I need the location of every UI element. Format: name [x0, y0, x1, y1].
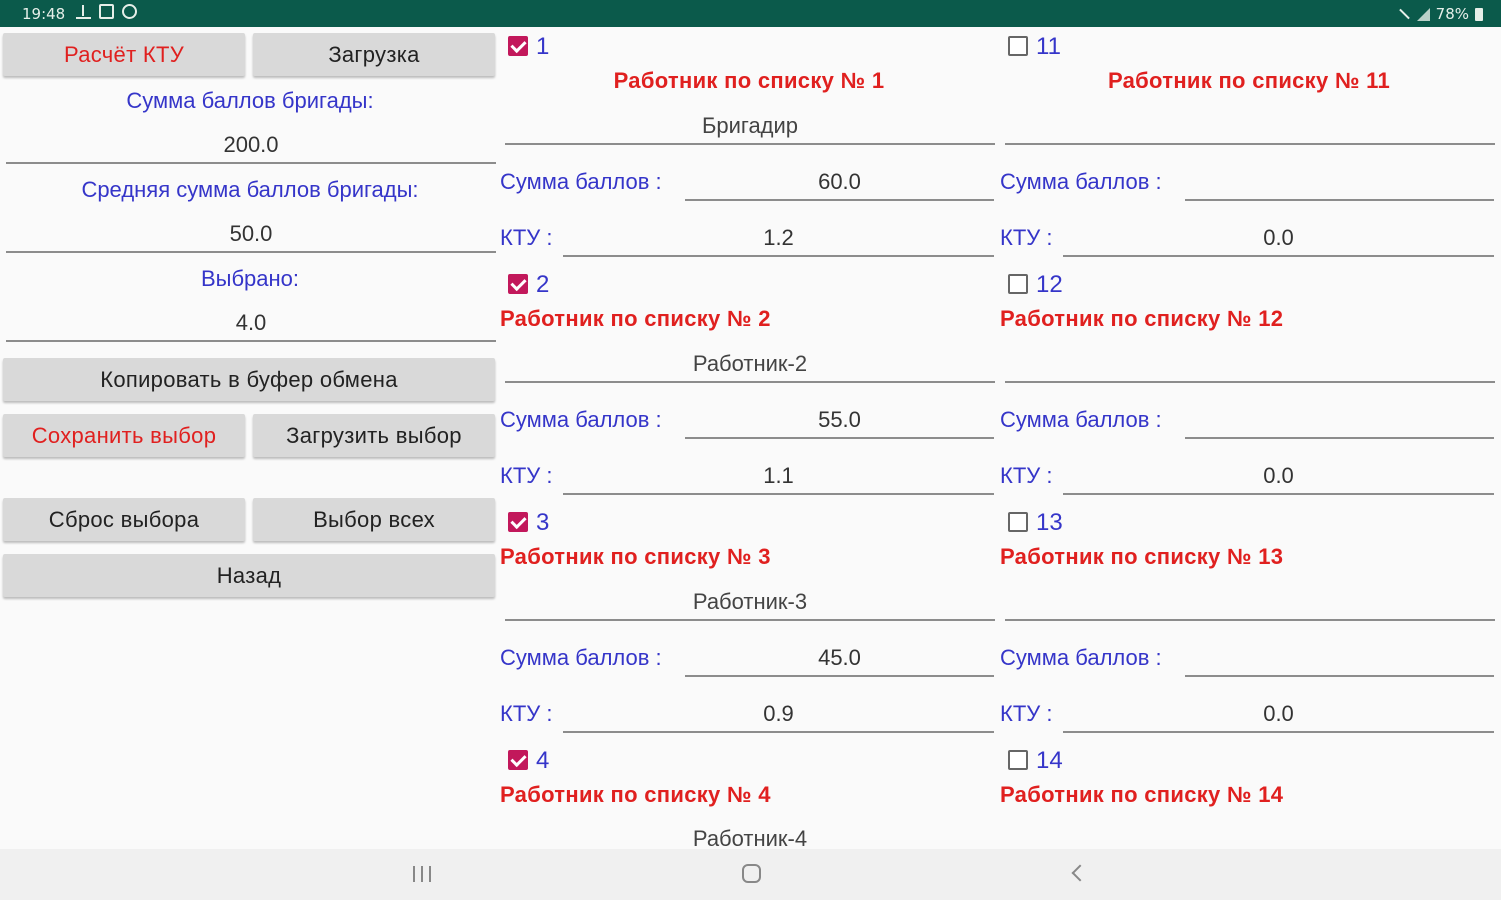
sum-underline [1185, 675, 1494, 677]
sum-field[interactable]: 55.0 [685, 407, 994, 433]
worker-number: 13 [1036, 509, 1063, 536]
team-sum-underline [6, 162, 496, 164]
worker-name-underline [1005, 143, 1495, 145]
sum-underline [1185, 199, 1494, 201]
reset-selection-button[interactable]: Сброс выбора [3, 498, 245, 541]
calc-ktu-button[interactable]: Расчёт КТУ [3, 33, 245, 76]
battery-icon [1475, 7, 1483, 21]
battery-percent: 78% [1435, 5, 1469, 23]
worker-checkbox[interactable] [1008, 512, 1028, 532]
load-button[interactable]: Загрузка [253, 33, 495, 76]
worker-number: 12 [1036, 271, 1063, 298]
team-sum-label: Сумма баллов бригады: [126, 88, 374, 113]
back-icon[interactable] [1071, 864, 1089, 882]
worker-title: Работник по списку № 1 [613, 68, 885, 93]
sum-underline [685, 437, 994, 439]
navigation-bar [0, 849, 1501, 900]
sum-underline [1185, 437, 1494, 439]
ktu-underline [563, 731, 994, 733]
status-bar: 19:48 78% [0, 0, 1501, 27]
worker-title: Работник по списку № 4 [500, 782, 771, 807]
worker-number: 3 [536, 509, 550, 536]
sum-underline [685, 675, 994, 677]
worker-checkbox[interactable] [508, 36, 528, 56]
worker-title: Работник по списку № 11 [1107, 68, 1391, 93]
worker-title: Работник по списку № 14 [1000, 782, 1284, 807]
worker-checkbox[interactable] [508, 512, 528, 532]
worker-checkbox[interactable] [1008, 274, 1028, 294]
worker-name-field[interactable]: Бригадир [505, 113, 995, 139]
worker-title: Работник по списку № 12 [1000, 306, 1284, 331]
ktu-label: КТУ : [1000, 463, 1053, 488]
ktu-underline [1063, 731, 1494, 733]
ktu-field[interactable]: 0.0 [1063, 463, 1494, 489]
ktu-underline [1063, 255, 1494, 257]
worker-name-field[interactable]: Работник-3 [505, 589, 995, 615]
team-avg-underline [6, 251, 496, 253]
team-sum-value: 200.0 [223, 132, 279, 157]
ktu-underline [563, 255, 994, 257]
selected-value: 4.0 [235, 310, 267, 335]
recent-apps-icon[interactable] [413, 866, 431, 882]
worker-number: 1 [536, 33, 550, 60]
sum-label: Сумма баллов : [500, 645, 662, 670]
save-selection-button[interactable]: Сохранить выбор [3, 414, 245, 457]
home-icon[interactable] [742, 864, 761, 883]
upload-icon [76, 4, 91, 19]
ktu-label: КТУ : [500, 701, 553, 726]
select-all-button[interactable]: Выбор всех [253, 498, 495, 541]
back-button[interactable]: Назад [3, 554, 495, 597]
ktu-underline [1063, 493, 1494, 495]
worker-number: 11 [1036, 33, 1061, 60]
worker-name-underline [1005, 619, 1495, 621]
image-icon [99, 4, 114, 19]
ktu-field[interactable]: 1.2 [563, 225, 994, 251]
ktu-label: КТУ : [1000, 701, 1053, 726]
ktu-label: КТУ : [500, 225, 553, 250]
sum-label: Сумма баллов : [1000, 169, 1162, 194]
status-time: 19:48 [22, 5, 66, 23]
worker-number: 4 [536, 747, 550, 774]
sum-label: Сумма баллов : [1000, 407, 1162, 432]
sum-field[interactable]: 60.0 [685, 169, 994, 195]
signal-icon [1416, 7, 1430, 21]
globe-icon [122, 4, 137, 19]
worker-name-underline [1005, 381, 1495, 383]
worker-title: Работник по списку № 13 [1000, 544, 1284, 569]
team-avg-value: 50.0 [229, 221, 273, 246]
team-avg-label: Средняя сумма баллов бригады: [81, 177, 419, 202]
sum-underline [685, 199, 994, 201]
worker-name-underline [505, 143, 995, 145]
worker-checkbox[interactable] [1008, 750, 1028, 770]
ktu-field[interactable]: 0.0 [1063, 225, 1494, 251]
ktu-underline [563, 493, 994, 495]
ktu-field[interactable]: 0.0 [1063, 701, 1494, 727]
worker-checkbox[interactable] [1008, 36, 1028, 56]
ktu-label: КТУ : [500, 463, 553, 488]
mute-icon [1397, 7, 1411, 21]
worker-title: Работник по списку № 3 [500, 544, 771, 569]
sum-label: Сумма баллов : [1000, 645, 1162, 670]
worker-title: Работник по списку № 2 [500, 306, 771, 331]
sum-field[interactable]: 45.0 [685, 645, 994, 671]
load-selection-button[interactable]: Загрузить выбор [253, 414, 495, 457]
worker-name-field[interactable]: Работник-2 [505, 351, 995, 377]
selected-underline [6, 340, 496, 342]
worker-number: 2 [536, 271, 550, 298]
worker-number: 14 [1036, 747, 1063, 774]
copy-clipboard-button[interactable]: Копировать в буфер обмена [3, 358, 495, 401]
sum-label: Сумма баллов : [500, 407, 662, 432]
worker-name-underline [505, 619, 995, 621]
selected-label: Выбрано: [200, 266, 300, 291]
ktu-field[interactable]: 1.1 [563, 463, 994, 489]
sum-label: Сумма баллов : [500, 169, 662, 194]
worker-checkbox[interactable] [508, 274, 528, 294]
ktu-label: КТУ : [1000, 225, 1053, 250]
worker-name-underline [505, 381, 995, 383]
ktu-field[interactable]: 0.9 [563, 701, 994, 727]
worker-checkbox[interactable] [508, 750, 528, 770]
